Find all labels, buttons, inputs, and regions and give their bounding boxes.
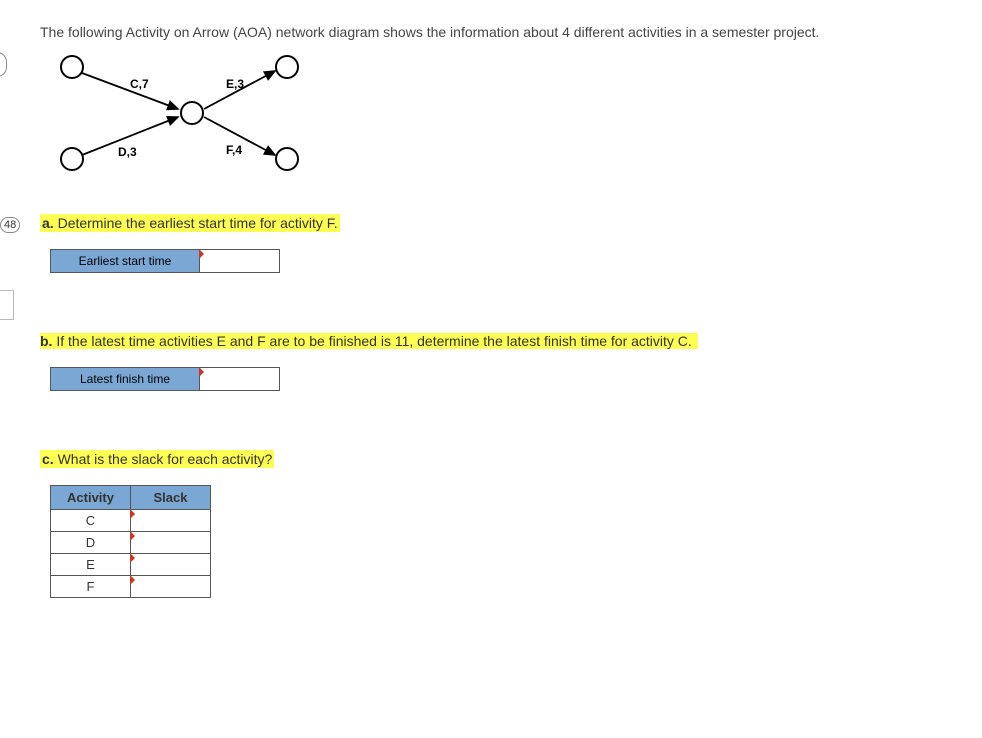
slack-table-header-row: Activity Slack [51, 486, 211, 510]
question-c-prefix: c. [42, 451, 54, 467]
question-b-prefix: b. [40, 333, 52, 349]
question-a-text: Determine the earliest start time for ac… [54, 215, 338, 231]
question-b-text: If the latest time activities E and F ar… [52, 333, 691, 349]
slack-input-c[interactable] [131, 510, 211, 532]
activity-cell-f: F [51, 576, 131, 598]
activity-cell-e: E [51, 554, 131, 576]
slack-input-f[interactable] [131, 576, 211, 598]
table-row: C [51, 510, 211, 532]
left-gutter: 48 [0, 0, 12, 738]
table-row: E [51, 554, 211, 576]
node-middle [180, 101, 204, 125]
activity-cell-d: D [51, 532, 131, 554]
question-b: b. If the latest time activities E and F… [40, 333, 962, 349]
nav-arc-icon [0, 52, 7, 77]
question-b-highlight: b. If the latest time activities E and F… [40, 333, 698, 349]
node-bottom-left [60, 147, 84, 171]
edge-label-d: D,3 [118, 145, 137, 159]
question-b-wrap: b. If the latest time activities E and F… [40, 333, 962, 391]
slack-input-d[interactable] [131, 532, 211, 554]
edge-label-e: E,3 [226, 77, 244, 91]
slack-input-e[interactable] [131, 554, 211, 576]
latest-finish-input[interactable] [200, 367, 280, 391]
earliest-start-input[interactable] [200, 249, 280, 273]
intro-text: The following Activity on Arrow (AOA) ne… [40, 24, 962, 40]
page-root: 48 The following Activity on Arrow (AOA)… [0, 0, 982, 738]
slack-th-slack: Slack [131, 486, 211, 510]
node-bottom-right [275, 147, 299, 171]
table-row: D [51, 532, 211, 554]
question-a-prefix: a. [42, 215, 54, 231]
earliest-start-label: Earliest start time [50, 249, 200, 273]
table-row: F [51, 576, 211, 598]
question-c: c. What is the slack for each activity? [40, 451, 962, 467]
question-number-badge: 48 [0, 217, 20, 233]
question-c-highlight: c. What is the slack for each activity? [40, 450, 274, 468]
question-a-highlight: a. Determine the earliest start time for… [40, 214, 340, 232]
slack-th-activity: Activity [51, 486, 131, 510]
earliest-start-row: Earliest start time [50, 249, 962, 273]
nav-square-icon [0, 290, 14, 320]
question-c-text: What is the slack for each activity? [54, 451, 273, 467]
diagram-edges [50, 55, 350, 195]
edge-label-f: F,4 [226, 143, 242, 157]
latest-finish-row: Latest finish time [50, 367, 962, 391]
slack-table: Activity Slack C D E F [50, 485, 211, 598]
question-c-wrap: c. What is the slack for each activity? … [40, 451, 962, 598]
aoa-diagram: C,7 D,3 E,3 F,4 [50, 55, 350, 195]
activity-cell-c: C [51, 510, 131, 532]
question-a: a. Determine the earliest start time for… [40, 215, 962, 231]
latest-finish-label: Latest finish time [50, 367, 200, 391]
node-top-left [60, 55, 84, 79]
edge-label-c: C,7 [130, 77, 149, 91]
node-top-right [275, 55, 299, 79]
content-area: The following Activity on Arrow (AOA) ne… [40, 24, 962, 598]
